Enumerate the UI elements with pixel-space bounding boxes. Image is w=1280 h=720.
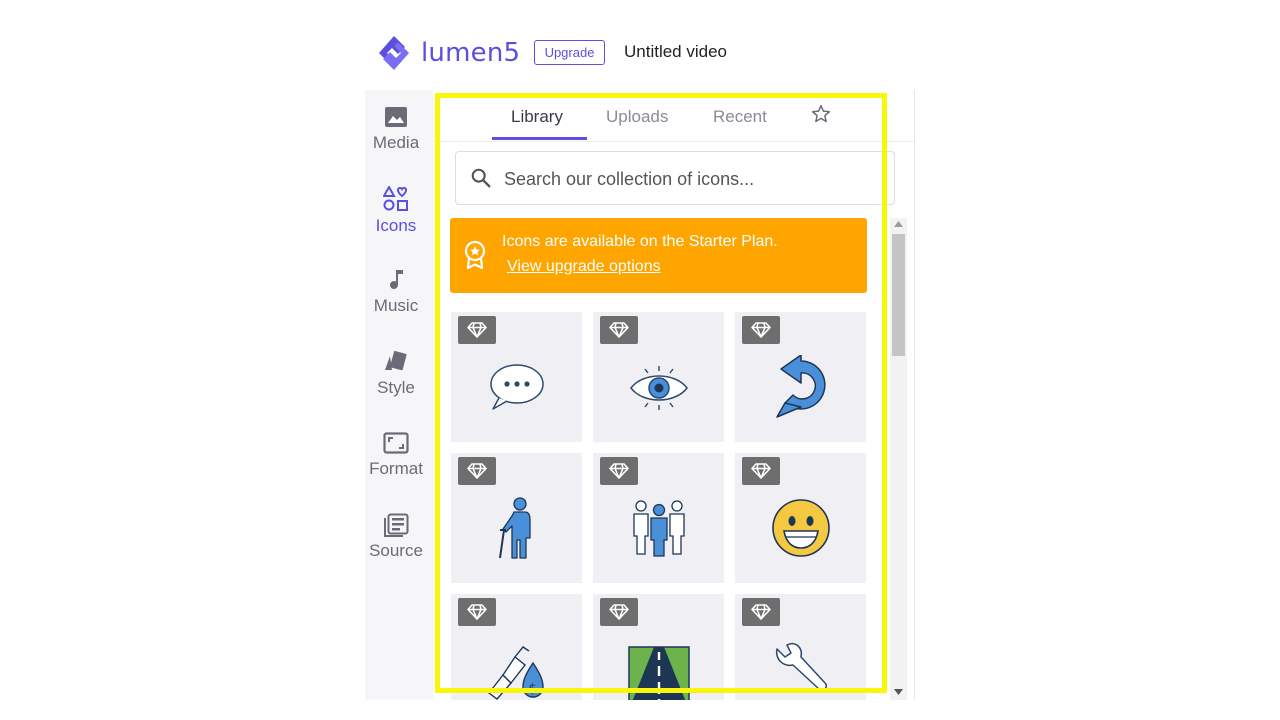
premium-badge bbox=[742, 316, 780, 344]
group-people-icon bbox=[632, 500, 685, 557]
icon-tile-elderly-person[interactable] bbox=[451, 453, 582, 583]
banner-message: Icons are available on the Starter Plan. bbox=[502, 233, 778, 250]
left-sidebar: Media Icons Music Style Format Source bbox=[365, 90, 433, 700]
redo-arrow-icon bbox=[775, 355, 826, 418]
logo-text: lumen5 bbox=[421, 38, 521, 68]
diamond-icon bbox=[609, 322, 629, 338]
view-upgrade-options-link[interactable]: View upgrade options bbox=[507, 258, 661, 276]
icon-search-box bbox=[455, 151, 895, 205]
upgrade-button[interactable]: Upgrade bbox=[534, 40, 605, 65]
sidebar-item-label: Source bbox=[369, 541, 423, 560]
search-input[interactable] bbox=[502, 166, 882, 192]
upgrade-banner: Icons are available on the Starter Plan.… bbox=[450, 218, 867, 293]
icon-tile-wrench[interactable] bbox=[735, 594, 866, 700]
elderly-person-icon bbox=[498, 497, 531, 559]
music-note-icon bbox=[390, 270, 403, 289]
road-icon bbox=[627, 646, 690, 700]
icons-panel: Library Uploads Recent Icons are availab… bbox=[433, 90, 915, 700]
premium-badge bbox=[458, 457, 496, 485]
sidebar-item-label: Media bbox=[372, 133, 420, 152]
icon-tile-road[interactable] bbox=[593, 594, 724, 700]
lumen5-logo-icon bbox=[379, 36, 409, 70]
premium-badge bbox=[600, 316, 638, 344]
style-cards-icon bbox=[385, 350, 407, 371]
tab-library[interactable]: Library bbox=[511, 107, 563, 127]
sidebar-item-media[interactable]: Media bbox=[365, 105, 427, 153]
lumen5-logo[interactable]: lumen5 bbox=[375, 34, 520, 72]
image-icon bbox=[385, 107, 407, 127]
icon-tile-redo-arrow[interactable] bbox=[735, 312, 866, 442]
panel-scrollbar[interactable] bbox=[890, 218, 907, 700]
icon-tile-eye[interactable] bbox=[593, 312, 724, 442]
video-title[interactable]: Untitled video bbox=[624, 42, 727, 62]
source-list-icon bbox=[384, 513, 409, 537]
panel-tabs: Library Uploads Recent bbox=[433, 90, 914, 142]
sidebar-item-label: Icons bbox=[375, 216, 417, 235]
diamond-icon bbox=[751, 604, 771, 620]
award-ribbon-icon bbox=[464, 240, 486, 270]
tab-uploads[interactable]: Uploads bbox=[606, 107, 668, 127]
premium-badge bbox=[458, 598, 496, 626]
diamond-icon bbox=[609, 463, 629, 479]
smiley-face-icon bbox=[771, 499, 830, 557]
premium-badge bbox=[458, 316, 496, 344]
icon-tile-group-people[interactable] bbox=[593, 453, 724, 583]
icon-tile-fuel-pump[interactable]: $ bbox=[451, 594, 582, 700]
premium-badge bbox=[742, 598, 780, 626]
sidebar-item-source[interactable]: Source bbox=[365, 513, 427, 561]
premium-badge bbox=[600, 457, 638, 485]
star-icon bbox=[811, 104, 831, 123]
sidebar-item-label: Music bbox=[373, 296, 419, 315]
diamond-icon bbox=[609, 604, 629, 620]
svg-text:$: $ bbox=[528, 682, 536, 697]
sidebar-item-style[interactable]: Style bbox=[365, 350, 427, 398]
sidebar-item-label: Style bbox=[377, 378, 415, 397]
sidebar-item-music[interactable]: Music bbox=[365, 268, 427, 316]
sidebar-item-format[interactable]: Format bbox=[365, 431, 427, 479]
wrench-icon bbox=[775, 643, 827, 692]
diamond-icon bbox=[467, 604, 487, 620]
diamond-icon bbox=[751, 322, 771, 338]
sidebar-item-label: Format bbox=[369, 459, 423, 478]
search-icon bbox=[471, 168, 491, 188]
fuel-pump-dollar-icon: $ bbox=[487, 646, 544, 700]
icon-tile-smiley-face[interactable] bbox=[735, 453, 866, 583]
scroll-up-arrow-icon[interactable] bbox=[894, 221, 903, 228]
scrollbar-thumb[interactable] bbox=[892, 234, 905, 356]
shapes-icon bbox=[383, 186, 408, 211]
active-tab-indicator bbox=[492, 137, 587, 140]
diamond-icon bbox=[467, 322, 487, 338]
format-frame-icon bbox=[383, 432, 409, 454]
diamond-icon bbox=[751, 463, 771, 479]
tab-recent[interactable]: Recent bbox=[713, 107, 767, 127]
diamond-icon bbox=[467, 463, 487, 479]
scroll-down-arrow-icon[interactable] bbox=[894, 689, 903, 696]
eye-icon bbox=[629, 366, 688, 410]
tab-favorites[interactable] bbox=[811, 104, 831, 129]
speech-bubble-icon bbox=[489, 364, 544, 410]
premium-badge bbox=[742, 457, 780, 485]
sidebar-item-icons[interactable]: Icons bbox=[365, 186, 427, 236]
premium-badge bbox=[600, 598, 638, 626]
icon-tile-speech-bubble[interactable] bbox=[451, 312, 582, 442]
